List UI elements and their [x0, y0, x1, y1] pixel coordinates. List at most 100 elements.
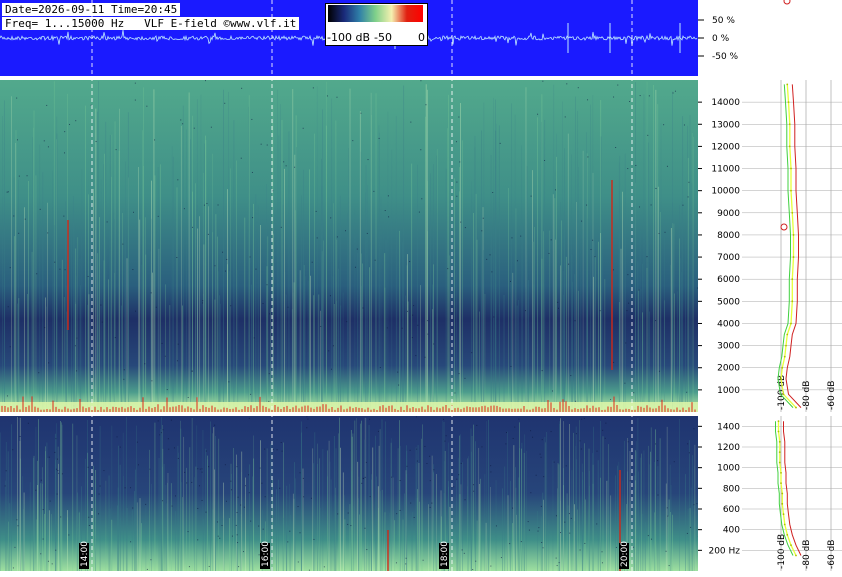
spectrogram-lower-noise	[431, 502, 433, 504]
spectrogram-upper-noise	[75, 120, 77, 122]
spectrum-lower-point	[786, 533, 789, 536]
spectrum-upper-point	[792, 234, 795, 236]
spectrogram-upper-noise	[421, 198, 423, 200]
spectrogram-upper-noise	[557, 301, 559, 303]
spectrogram-lower-noise	[473, 484, 475, 486]
spectrogram-lower-noise	[583, 417, 585, 419]
spectrum-upper-point	[781, 366, 784, 369]
spectrogram-upper-noise	[599, 310, 601, 312]
spectrogram-upper-noise	[456, 181, 458, 183]
spectrogram-lower-noise	[221, 524, 223, 526]
spectrogram-upper-noise	[16, 97, 18, 99]
spectrogram-upper-noise	[330, 217, 332, 219]
spectrogram-lower-noise	[5, 470, 7, 472]
spectrogram-upper-noise	[482, 217, 484, 219]
spectrum-lower-tick-label: -80 dB	[802, 540, 812, 569]
spectrogram-upper-noise	[328, 350, 330, 352]
spectrogram-upper-noise	[384, 210, 386, 212]
spectrogram-lower-noise	[306, 416, 308, 418]
spectrogram-upper-noise	[87, 275, 89, 277]
spectrogram-lower	[0, 416, 699, 571]
panel-separator	[0, 76, 698, 80]
spectrogram-lower-noise	[543, 476, 545, 478]
spectrogram-lower-noise	[35, 489, 37, 491]
colorbar-label-max: 0	[418, 31, 425, 44]
spectrogram-upper-noise	[155, 306, 157, 308]
spectrogram-upper-noise	[249, 256, 251, 258]
spectrogram-lower-noise	[40, 553, 42, 555]
spectrogram-lower-noise	[580, 448, 582, 450]
spectrogram-lower-noise	[570, 517, 572, 519]
spectrogram-lower-noise	[49, 500, 51, 502]
spectrogram-upper-noise	[202, 302, 204, 304]
spectrogram-upper-noise	[64, 152, 66, 154]
spectrogram-lower-noise	[236, 512, 238, 514]
spectrogram-lower-noise	[530, 492, 532, 494]
spectrogram-upper-noise	[262, 303, 264, 305]
spectrogram-lower-noise	[429, 506, 431, 508]
spectrogram-upper-noise	[655, 320, 657, 322]
spectrogram-upper-noise	[409, 261, 411, 263]
spectrum-upper-point	[795, 406, 797, 409]
spectrogram-upper-noise	[454, 392, 456, 394]
spectrogram-upper-noise	[639, 95, 641, 97]
spectrogram-lower-noise	[632, 546, 634, 548]
spectrogram-lower-noise	[297, 561, 299, 563]
spectrogram-lower-noise	[186, 482, 188, 484]
spectrogram-lower-noise	[337, 513, 339, 515]
spectrogram-upper-noise	[493, 316, 495, 318]
spectrogram-lower-noise	[601, 551, 603, 553]
spectrogram-upper-noise	[398, 384, 400, 386]
spectrogram-upper-noise	[315, 210, 317, 212]
spectrogram-lower-noise	[365, 461, 367, 463]
spectrogram-upper-noise	[424, 356, 426, 358]
spectrogram-upper-noise	[26, 175, 28, 177]
spectrogram-lower-noise	[197, 539, 199, 541]
spectrogram-upper-noise	[345, 230, 347, 232]
spectrogram-upper-noise	[266, 144, 268, 146]
waveform-axis: 50 % 0 % -50 %	[698, 0, 791, 62]
spectrum-upper-point	[785, 344, 787, 347]
spectrogram-lower-noise	[673, 461, 675, 463]
spectrogram-lower-noise	[490, 565, 492, 567]
spectrogram-lower-noise	[119, 446, 121, 448]
spectrogram-upper-noise	[587, 156, 589, 158]
spectrogram-lower-noise	[527, 521, 529, 523]
spectrogram-upper-noise	[366, 232, 368, 234]
spectrogram-lower-noise	[231, 535, 233, 537]
spectrogram-lower-noise	[530, 430, 532, 432]
spectrogram-upper-noise	[688, 181, 690, 183]
spectrogram-lower-noise	[132, 507, 134, 509]
spectrogram-upper-noise	[447, 268, 449, 270]
spectrogram-lower-noise	[145, 503, 147, 505]
spectrogram-lower-noise	[475, 560, 477, 562]
spectrogram-lower-noise	[116, 436, 118, 438]
spectrogram-lower-noise	[453, 486, 455, 488]
spectrum-lower-point	[778, 451, 781, 454]
time-label: 16:00	[261, 541, 271, 567]
spectrum-lower-point	[790, 544, 792, 547]
spectrogram-lower-noise	[693, 504, 695, 506]
spectrogram-lower-noise	[460, 462, 462, 464]
spectrogram-lower-noise	[601, 562, 603, 564]
spectrogram-lower-noise	[42, 509, 44, 511]
frequency-axis-upper-tick-label: 1000	[717, 386, 740, 396]
spectrogram-lower-noise	[55, 438, 57, 440]
spectrogram-upper-noise	[646, 256, 648, 258]
spectrogram-lower-noise	[395, 562, 397, 564]
spectrogram-lower-noise	[299, 532, 301, 534]
spectrogram-upper-noise	[638, 289, 640, 291]
spectrogram-lower-noise	[540, 505, 542, 507]
spectrogram-upper-noise	[230, 305, 232, 307]
spectrogram-lower-noise	[88, 516, 90, 518]
spectrogram-upper-noise	[354, 266, 356, 268]
spectrogram-upper-noise	[6, 395, 8, 397]
spectrogram-upper-noise	[191, 370, 193, 372]
spectrogram-upper-noise	[697, 287, 699, 289]
frequency-axis-lower: 200 Hz 400 600 800 1000 1200 1400	[698, 416, 742, 571]
spectrogram-lower-noise	[150, 559, 152, 561]
spectrogram-upper-noise	[95, 141, 97, 143]
spectrogram-lower-noise	[445, 435, 447, 437]
spectrogram-lower-noise	[362, 477, 364, 479]
spectrogram-upper-noise	[592, 239, 594, 241]
